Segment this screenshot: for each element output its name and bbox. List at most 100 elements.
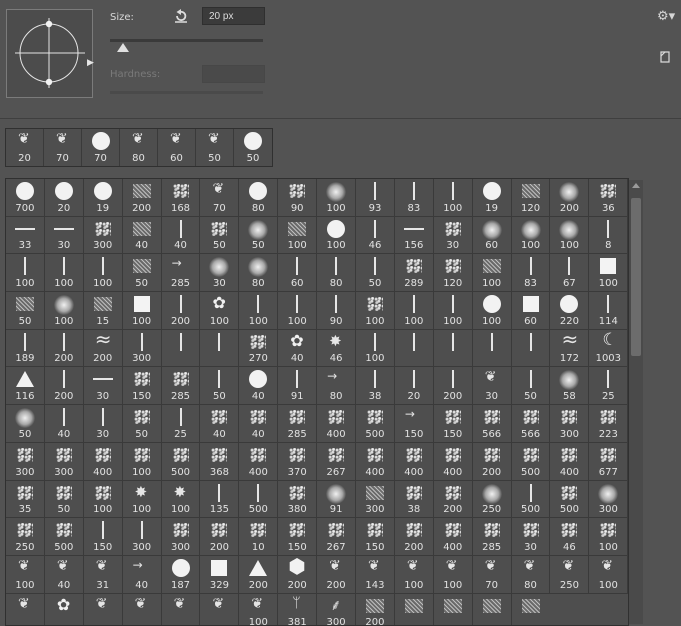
- brush-preset[interactable]: [162, 593, 201, 625]
- brush-preset[interactable]: 80: [239, 254, 279, 293]
- brush-preset[interactable]: 100: [278, 292, 318, 330]
- brush-preset[interactable]: 38: [394, 480, 434, 519]
- brush-preset[interactable]: 19: [472, 179, 512, 217]
- brush-preset[interactable]: 500: [511, 442, 551, 481]
- brush-preset[interactable]: [200, 329, 240, 368]
- brush-preset[interactable]: 150: [278, 518, 318, 556]
- brush-preset[interactable]: 100: [44, 292, 84, 330]
- brush-preset[interactable]: 566: [472, 405, 512, 443]
- brush-preset-recent[interactable]: 70: [82, 129, 120, 166]
- brush-preset[interactable]: 40: [200, 405, 240, 443]
- triangle-up-icon[interactable]: [632, 183, 640, 188]
- brush-preset[interactable]: 100: [433, 179, 473, 217]
- brush-preset[interactable]: 30: [433, 216, 473, 255]
- brush-preset[interactable]: 30: [472, 367, 512, 406]
- brush-preset[interactable]: 100: [122, 480, 162, 519]
- brush-preset[interactable]: 285: [278, 405, 318, 443]
- brush-preset[interactable]: 60: [511, 292, 551, 330]
- brush-preset[interactable]: 40: [44, 405, 84, 443]
- brush-preset[interactable]: 100: [433, 555, 473, 594]
- brush-preset[interactable]: 566: [511, 405, 551, 443]
- brush-preset[interactable]: 50: [6, 405, 45, 443]
- brush-preset[interactable]: 100: [239, 593, 279, 625]
- brush-preset[interactable]: 143: [356, 555, 395, 594]
- brush-preset[interactable]: [84, 593, 123, 625]
- brush-preset[interactable]: [433, 329, 473, 368]
- brush-preset[interactable]: [434, 593, 473, 625]
- brush-preset[interactable]: 50: [44, 480, 84, 519]
- brush-preset[interactable]: 100: [239, 292, 279, 330]
- brush-preset[interactable]: 300: [122, 518, 162, 556]
- brush-preset[interactable]: 200: [44, 367, 84, 406]
- new-preset-icon[interactable]: [659, 51, 671, 63]
- brush-preset-recent[interactable]: 60: [158, 129, 196, 166]
- brush-preset[interactable]: 120: [511, 179, 551, 217]
- brush-preset[interactable]: 300: [589, 480, 628, 519]
- brush-preset[interactable]: 40: [122, 216, 162, 255]
- brush-preset[interactable]: 50: [356, 254, 395, 293]
- brush-preset[interactable]: 90: [317, 292, 357, 330]
- brush-angle-roundness-icon[interactable]: [7, 10, 92, 97]
- gear-icon[interactable]: ⚙▾: [657, 9, 675, 24]
- size-slider-track[interactable]: [110, 39, 263, 42]
- brush-preset[interactable]: 8: [589, 216, 628, 255]
- brush-preset[interactable]: 200: [433, 480, 473, 519]
- brush-preset[interactable]: 40: [161, 216, 201, 255]
- brush-preset[interactable]: 381: [278, 593, 318, 625]
- brush-preset[interactable]: 285: [161, 367, 201, 406]
- brush-preset[interactable]: 370: [278, 442, 318, 481]
- brush-preset[interactable]: 200: [433, 367, 473, 406]
- brush-preset[interactable]: 150: [356, 518, 395, 556]
- brush-preset[interactable]: 223: [589, 405, 628, 443]
- brush-preset[interactable]: 33: [6, 216, 45, 255]
- brush-preset[interactable]: 400: [433, 518, 473, 556]
- brush-preset-recent[interactable]: 80: [120, 129, 158, 166]
- brush-preset[interactable]: 100: [589, 518, 628, 556]
- brush-preset[interactable]: 80: [317, 367, 357, 406]
- brush-preset[interactable]: 700: [6, 179, 45, 217]
- brush-preset[interactable]: 38: [356, 367, 395, 406]
- brush-preset[interactable]: 1003: [589, 329, 628, 368]
- hardness-slider-track[interactable]: [110, 91, 263, 94]
- brush-preset[interactable]: 150: [83, 518, 123, 556]
- brush-preset[interactable]: 267: [317, 518, 357, 556]
- brush-preset[interactable]: 20: [394, 367, 434, 406]
- brush-preset[interactable]: 500: [239, 480, 279, 519]
- brush-preset[interactable]: 50: [511, 367, 551, 406]
- brush-preset[interactable]: 300: [83, 216, 123, 255]
- brush-preset[interactable]: 150: [122, 367, 162, 406]
- brush-preset[interactable]: 30: [83, 367, 123, 406]
- brush-preset[interactable]: [472, 329, 512, 368]
- brush-preset[interactable]: 70: [472, 555, 512, 594]
- size-input[interactable]: [202, 7, 265, 25]
- brush-preset[interactable]: 50: [200, 367, 240, 406]
- brush-preset[interactable]: 400: [356, 442, 395, 481]
- reset-icon[interactable]: [173, 8, 189, 24]
- brush-preset[interactable]: 150: [433, 405, 473, 443]
- brush-preset[interactable]: 285: [472, 518, 512, 556]
- play-arrow-icon[interactable]: ▶: [87, 58, 94, 68]
- brush-preset[interactable]: [200, 593, 240, 625]
- brush-preset[interactable]: 329: [200, 555, 240, 594]
- brush-preset[interactable]: [394, 329, 434, 368]
- brush-preset[interactable]: 40: [44, 555, 84, 594]
- brush-preset[interactable]: 19: [83, 179, 123, 217]
- brush-preset[interactable]: 100: [356, 292, 395, 330]
- brush-preset[interactable]: 368: [200, 442, 240, 481]
- brush-preset[interactable]: 200: [356, 593, 395, 625]
- brush-preset[interactable]: [395, 593, 434, 625]
- brush-preset[interactable]: 100: [200, 292, 240, 330]
- brush-preset-recent[interactable]: 20: [6, 129, 44, 166]
- brush-preset[interactable]: 270: [239, 329, 279, 368]
- brush-preset[interactable]: 289: [394, 254, 434, 293]
- brush-preset[interactable]: 500: [356, 405, 395, 443]
- brush-preset[interactable]: 100: [6, 254, 45, 293]
- brush-preset[interactable]: 40: [239, 367, 279, 406]
- brush-preset[interactable]: 50: [239, 216, 279, 255]
- brush-preset[interactable]: 100: [317, 179, 357, 217]
- brush-preset[interactable]: 300: [122, 329, 162, 368]
- brush-preset[interactable]: 25: [161, 405, 201, 443]
- brush-preset[interactable]: 135: [200, 480, 240, 519]
- brush-preset[interactable]: 400: [317, 405, 357, 443]
- brush-preset[interactable]: 200: [161, 292, 201, 330]
